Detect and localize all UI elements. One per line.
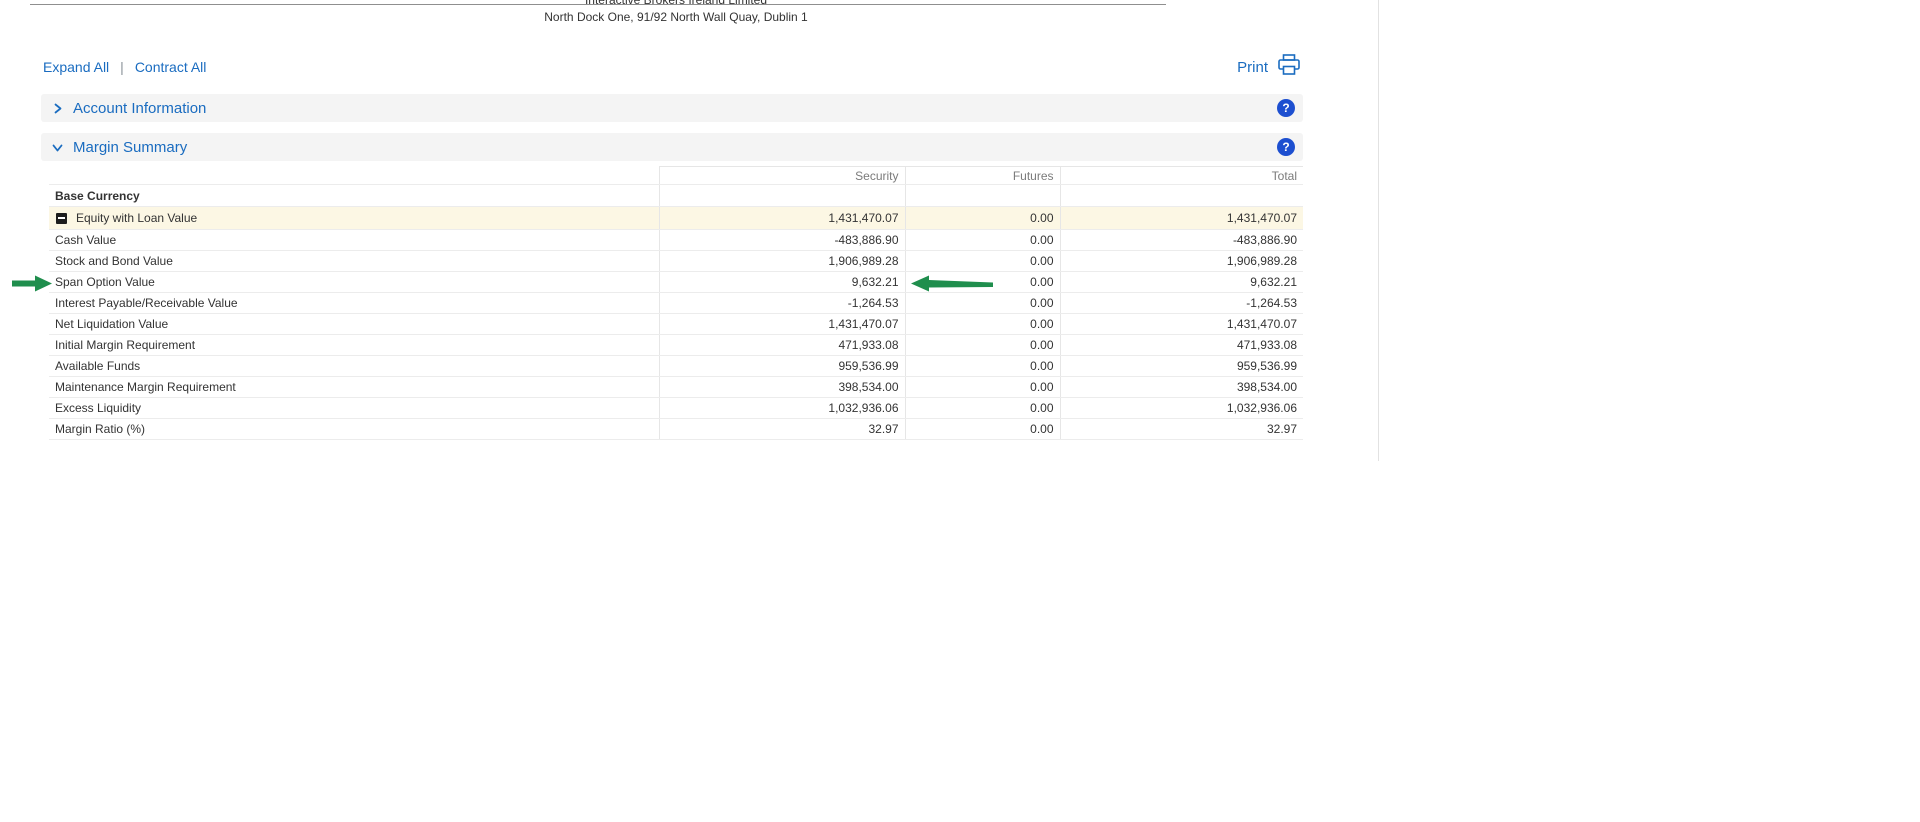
- row-label: Equity with Loan Value: [76, 211, 197, 225]
- annotation-arrow-pointing-left: [911, 273, 993, 294]
- total-value: 32.97: [1060, 419, 1303, 440]
- futures-value: 0.00: [905, 230, 1060, 251]
- futures-value: 0.00: [905, 419, 1060, 440]
- page: Interactive Brokers Ireland Limited Nort…: [0, 0, 1920, 822]
- total-value: 1,906,989.28: [1060, 251, 1303, 272]
- table-row: Maintenance Margin Requirement 398,534.0…: [49, 377, 1303, 398]
- table-row: Available Funds 959,536.99 0.00 959,536.…: [49, 356, 1303, 377]
- margin-summary-table: Security Futures Total Base Currency Equ…: [49, 166, 1303, 440]
- table-row: Equity with Loan Value 1,431,470.07 0.00…: [49, 207, 1303, 230]
- table-row: Stock and Bond Value 1,906,989.28 0.00 1…: [49, 251, 1303, 272]
- total-value: 9,632.21: [1060, 272, 1303, 293]
- help-icon[interactable]: ?: [1277, 99, 1295, 117]
- futures-value: 0.00: [905, 251, 1060, 272]
- security-value: 1,431,470.07: [659, 314, 905, 335]
- total-value: 398,534.00: [1060, 377, 1303, 398]
- annotation-arrow-pointing-right: [12, 273, 52, 294]
- help-icon[interactable]: ?: [1277, 138, 1295, 156]
- security-value: 1,431,470.07: [659, 207, 905, 230]
- row-label: Stock and Bond Value: [49, 251, 659, 272]
- section-account-information[interactable]: Account Information ?: [41, 94, 1303, 122]
- table-row: Interest Payable/Receivable Value -1,264…: [49, 293, 1303, 314]
- total-value: 1,032,936.06: [1060, 398, 1303, 419]
- row-label: Interest Payable/Receivable Value: [49, 293, 659, 314]
- futures-value: 0.00: [905, 293, 1060, 314]
- table-row: Initial Margin Requirement 471,933.08 0.…: [49, 335, 1303, 356]
- table-row: Cash Value -483,886.90 0.00 -483,886.90: [49, 230, 1303, 251]
- total-column-header: Total: [1060, 167, 1303, 185]
- row-label: Available Funds: [49, 356, 659, 377]
- futures-value: 0.00: [905, 335, 1060, 356]
- row-label: Cash Value: [49, 230, 659, 251]
- table-row: Excess Liquidity 1,032,936.06 0.00 1,032…: [49, 398, 1303, 419]
- total-value: 1,431,470.07: [1060, 314, 1303, 335]
- company-name: Interactive Brokers Ireland Limited: [0, 0, 1352, 7]
- security-value: 9,632.21: [659, 272, 905, 293]
- security-value: 959,536.99: [659, 356, 905, 377]
- company-address: North Dock One, 91/92 North Wall Quay, D…: [0, 10, 1352, 24]
- security-value: 32.97: [659, 419, 905, 440]
- row-label: Initial Margin Requirement: [49, 335, 659, 356]
- security-value: 471,933.08: [659, 335, 905, 356]
- section-title: Margin Summary: [73, 139, 187, 156]
- security-column-header: Security: [659, 167, 905, 185]
- security-value: 398,534.00: [659, 377, 905, 398]
- table-row: Margin Ratio (%) 32.97 0.00 32.97: [49, 419, 1303, 440]
- total-value: 959,536.99: [1060, 356, 1303, 377]
- table-header-row: Security Futures Total: [49, 167, 1303, 185]
- expand-all-link[interactable]: Expand All: [43, 59, 109, 75]
- row-label: Net Liquidation Value: [49, 314, 659, 335]
- futures-value: 0.00: [905, 314, 1060, 335]
- toolbar: Expand All | Contract All Print: [41, 55, 1303, 79]
- futures-value: 0.00: [905, 356, 1060, 377]
- row-label: Maintenance Margin Requirement: [49, 377, 659, 398]
- group-label: Base Currency: [49, 185, 659, 207]
- total-value: 1,431,470.07: [1060, 207, 1303, 230]
- futures-value: 0.00: [905, 377, 1060, 398]
- section-margin-summary[interactable]: Margin Summary ?: [41, 133, 1303, 161]
- futures-value: 0.00: [905, 207, 1060, 230]
- total-value: -483,886.90: [1060, 230, 1303, 251]
- content-area: Expand All | Contract All Print Acco: [41, 55, 1303, 440]
- collapse-icon[interactable]: [56, 213, 67, 224]
- security-value: 1,906,989.28: [659, 251, 905, 272]
- print-label: Print: [1237, 59, 1268, 76]
- total-value: 471,933.08: [1060, 335, 1303, 356]
- table-row: Net Liquidation Value 1,431,470.07 0.00 …: [49, 314, 1303, 335]
- security-value: -483,886.90: [659, 230, 905, 251]
- security-value: 1,032,936.06: [659, 398, 905, 419]
- futures-column-header: Futures: [905, 167, 1060, 185]
- table-row-span-option-value: Span Option Value 9,632.21 0.00 9,632.21: [49, 272, 1303, 293]
- printer-icon: [1277, 54, 1301, 81]
- chevron-down-icon: [51, 141, 64, 154]
- label-column-header: [49, 167, 659, 185]
- total-value: -1,264.53: [1060, 293, 1303, 314]
- print-button[interactable]: Print: [1237, 54, 1301, 81]
- contract-all-link[interactable]: Contract All: [135, 59, 207, 75]
- expand-contract-links: Expand All | Contract All: [43, 59, 206, 75]
- chevron-right-icon: [51, 102, 64, 115]
- row-label: Excess Liquidity: [49, 398, 659, 419]
- link-separator: |: [120, 59, 124, 75]
- row-label: Margin Ratio (%): [49, 419, 659, 440]
- row-label: Span Option Value: [49, 272, 659, 293]
- security-value: -1,264.53: [659, 293, 905, 314]
- page-edge-divider: [1378, 0, 1379, 461]
- futures-value: 0.00: [905, 398, 1060, 419]
- table-row-base-currency: Base Currency: [49, 185, 1303, 207]
- section-title: Account Information: [73, 100, 206, 117]
